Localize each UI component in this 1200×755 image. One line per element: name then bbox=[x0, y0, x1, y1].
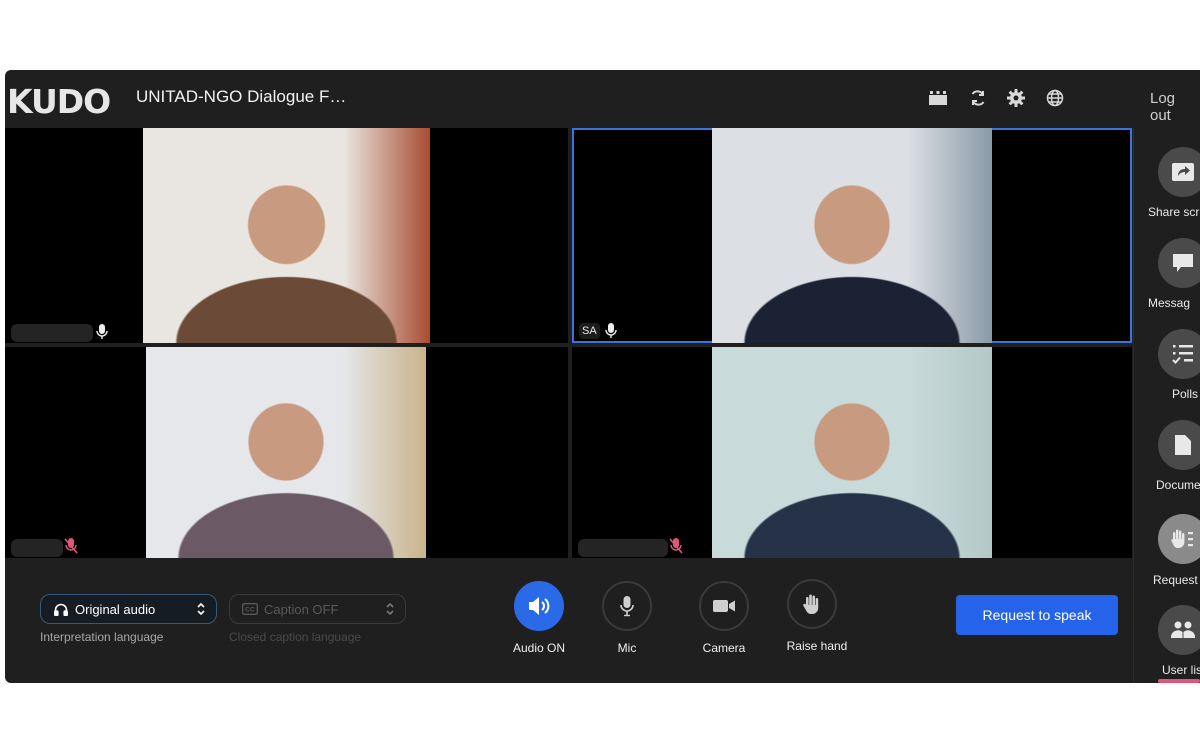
participant-name-redacted bbox=[11, 324, 93, 342]
participant-name-redacted bbox=[11, 539, 63, 557]
polls-icon bbox=[1172, 345, 1193, 364]
video-tile[interactable] bbox=[572, 347, 1132, 558]
closed-caption-icon: CC bbox=[242, 601, 258, 617]
messages-button[interactable] bbox=[1158, 238, 1200, 288]
camera-button[interactable] bbox=[699, 581, 749, 631]
raise-hand-button[interactable] bbox=[787, 579, 837, 629]
video-tile[interactable] bbox=[5, 128, 568, 343]
kudo-logo: KUDO bbox=[7, 82, 111, 121]
interpretation-value: Original audio bbox=[75, 601, 156, 617]
share-screen-label: Share scr bbox=[1148, 205, 1200, 219]
request-list-label: Request bbox=[1153, 573, 1198, 587]
kudo-app: KUDO UNITAD-NGO Dialogue F… Log out SA O… bbox=[5, 70, 1200, 683]
mic-icon bbox=[620, 596, 634, 617]
request-to-speak-button[interactable]: Request to speak bbox=[956, 595, 1118, 635]
mic-icon bbox=[96, 324, 108, 339]
camera-label: Camera bbox=[702, 641, 746, 655]
speaker-icon bbox=[529, 597, 550, 615]
mic-button[interactable] bbox=[602, 581, 652, 631]
participant-initials: SA bbox=[579, 323, 600, 339]
updown-chevron-icon bbox=[197, 602, 205, 616]
video-tile[interactable] bbox=[5, 347, 568, 558]
request-hand-icon bbox=[1171, 529, 1193, 548]
mic-icon bbox=[605, 323, 617, 338]
caption-value: Caption OFF bbox=[264, 601, 339, 617]
caption-language-select[interactable]: CC Caption OFF bbox=[229, 594, 406, 624]
messages-label: Messag bbox=[1148, 296, 1191, 310]
meeting-title: UNITAD-NGO Dialogue F… bbox=[136, 87, 347, 106]
caption-label: Closed caption language bbox=[229, 630, 362, 644]
refresh-icon[interactable] bbox=[967, 87, 989, 109]
hand-icon bbox=[803, 594, 819, 614]
polls-button[interactable] bbox=[1158, 329, 1200, 379]
documents-button[interactable] bbox=[1158, 420, 1200, 470]
audio-toggle-label: Audio ON bbox=[512, 641, 566, 655]
user-list-label: User lis bbox=[1162, 663, 1200, 677]
video-feed bbox=[146, 347, 426, 558]
video-feed bbox=[712, 128, 992, 343]
documents-label: Docume bbox=[1156, 478, 1200, 492]
share-screen-button[interactable] bbox=[1158, 147, 1200, 197]
interpretation-label: Interpretation language bbox=[40, 630, 164, 644]
user-list-button[interactable] bbox=[1158, 605, 1200, 655]
rail-divider bbox=[1133, 128, 1134, 683]
interpretation-language-select[interactable]: Original audio bbox=[40, 594, 217, 624]
control-bar: Original audio Interpretation language C… bbox=[5, 558, 1133, 683]
polls-label: Polls bbox=[1172, 387, 1199, 401]
header: KUDO UNITAD-NGO Dialogue F… Log out bbox=[5, 70, 1200, 128]
video-tile-active[interactable]: SA bbox=[572, 128, 1132, 343]
video-feed bbox=[143, 128, 430, 343]
mic-muted-icon bbox=[64, 538, 78, 554]
video-feed bbox=[712, 347, 992, 558]
notification-indicator bbox=[1158, 679, 1200, 683]
participant-name-redacted bbox=[578, 539, 668, 557]
share-screen-icon bbox=[1172, 163, 1194, 181]
message-icon bbox=[1173, 254, 1193, 272]
gear-icon[interactable] bbox=[1005, 87, 1027, 109]
updown-chevron-icon bbox=[386, 602, 394, 616]
users-icon bbox=[1171, 621, 1195, 638]
request-list-button[interactable] bbox=[1158, 514, 1200, 564]
headphones-icon bbox=[53, 601, 69, 617]
logout-button[interactable]: Log out bbox=[1150, 90, 1200, 124]
globe-icon[interactable] bbox=[1044, 87, 1066, 109]
camera-icon bbox=[713, 600, 735, 612]
raise-hand-label: Raise hand bbox=[786, 639, 848, 653]
audio-toggle-button[interactable] bbox=[514, 581, 564, 631]
document-icon bbox=[1175, 435, 1191, 455]
svg-text:CC: CC bbox=[245, 607, 255, 614]
mic-label: Mic bbox=[617, 641, 637, 655]
layout-icon[interactable] bbox=[927, 87, 949, 109]
mic-muted-icon bbox=[669, 538, 683, 554]
